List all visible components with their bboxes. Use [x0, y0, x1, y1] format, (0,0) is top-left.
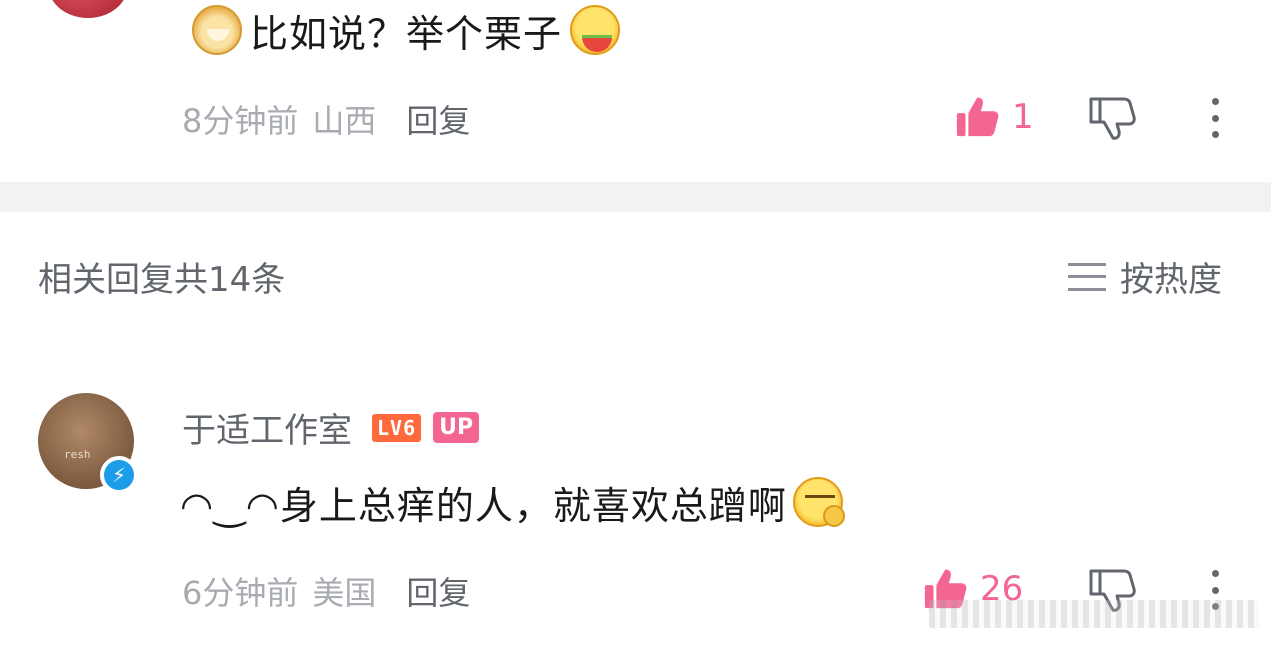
verified-lightning-icon: ⚡ [100, 456, 138, 494]
top-comment-meta: 8分钟前 山西 回复 [182, 96, 470, 142]
smirk-ok-emoji-icon [792, 477, 845, 527]
replies-count-title: 相关回复共14条 [38, 260, 286, 300]
commenter-avatar[interactable] [48, 0, 128, 18]
reply-comment-meta: 6分钟前 美国 回复 [182, 568, 470, 614]
top-comment-body: 比如说？举个栗子 [192, 2, 621, 58]
comment-time: 8分钟前 [182, 102, 299, 140]
watermelon-emoji-icon [570, 5, 621, 55]
more-options-icon[interactable] [1209, 98, 1221, 138]
top-comment-text: 比如说？举个栗子 [250, 11, 563, 56]
comment-time: 6分钟前 [182, 574, 299, 612]
reply-comment-body: ◠‿◠身上总痒的人，就喜欢总蹭啊 [180, 474, 845, 530]
comment-location: 美国 [312, 574, 377, 612]
comment-location: 山西 [312, 102, 377, 140]
sort-by-hot-button[interactable]: 按热度 [1068, 252, 1222, 301]
thumbs-up-icon [956, 97, 999, 137]
like-count: 1 [1012, 97, 1034, 137]
watermark-overlay [929, 600, 1259, 628]
reply-comment-text: ◠‿◠身上总痒的人，就喜欢总蹭啊 [180, 483, 787, 528]
reply-button[interactable]: 回复 [406, 96, 470, 142]
up-badge: UP [433, 412, 480, 443]
username[interactable]: 于适工作室 [182, 403, 352, 452]
reply-button[interactable]: 回复 [406, 568, 470, 614]
doge-emoji-icon [192, 5, 242, 55]
sort-icon [1068, 262, 1106, 291]
reply-user-header: 于适工作室 LV6 UP [182, 403, 480, 452]
top-comment-like-button[interactable]: 1 [954, 94, 1034, 140]
thumbs-down-icon [1089, 97, 1136, 140]
section-divider [0, 182, 1271, 212]
level-badge: LV6 [372, 413, 422, 442]
sort-label: 按热度 [1120, 260, 1222, 300]
top-comment-dislike-button[interactable] [1088, 96, 1136, 144]
